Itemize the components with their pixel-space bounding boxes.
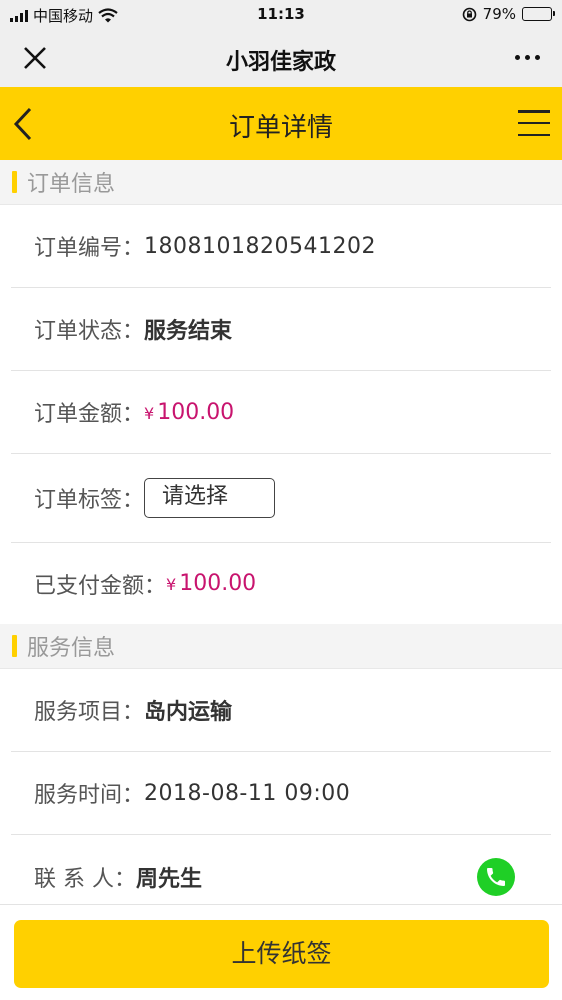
service-info-header: 服务信息 <box>0 624 562 669</box>
row-label: 服务时间： <box>34 783 145 808</box>
paid-amount-row: 已支付金额： ¥100.00 <box>11 543 551 624</box>
service-item-row: 服务项目： 岛内运输 <box>11 669 551 752</box>
row-label: 服务项目： <box>34 700 145 725</box>
close-icon[interactable] <box>20 43 50 73</box>
service-time-value: 2018-08-11 09:00 <box>144 780 351 806</box>
order-number-value: 1808101820541202 <box>144 233 376 259</box>
battery-percent: 79% <box>482 5 516 23</box>
order-amount-row: 订单金额： ¥100.00 <box>11 371 551 454</box>
upload-paper-sign-button[interactable]: 上传纸签 <box>14 920 549 988</box>
bottom-action-bar: 上传纸签 <box>0 904 562 1000</box>
page-title: 订单详情 <box>228 113 333 143</box>
phone-icon[interactable] <box>477 858 515 896</box>
row-label: 联 系 人： <box>34 866 136 892</box>
chevron-left-icon[interactable] <box>8 105 38 143</box>
service-item-value: 岛内运输 <box>144 700 233 725</box>
currency-symbol: ¥ <box>144 403 155 423</box>
more-icon[interactable] <box>510 42 544 72</box>
rotation-lock-icon <box>462 7 476 21</box>
row-label: 订单编号： <box>34 236 145 261</box>
status-right: 79% <box>462 5 555 23</box>
phone-glyph <box>487 868 505 886</box>
section-marker <box>12 171 17 193</box>
row-label: 订单状态： <box>34 319 145 344</box>
order-status-value: 服务结束 <box>144 319 233 344</box>
section-title: 订单信息 <box>27 172 116 197</box>
app-header: 订单详情 <box>0 87 562 160</box>
order-tag-row: 订单标签： 请选择 <box>11 454 551 543</box>
order-amount-value: ¥100.00 <box>144 400 234 425</box>
content: 订单信息 订单编号： 1808101820541202 订单状态： 服务结束 订… <box>0 160 562 918</box>
wechat-title-bar: 小羽佳家政 <box>0 30 562 87</box>
hamburger-menu-icon[interactable] <box>518 110 550 136</box>
tag-select-button[interactable]: 请选择 <box>144 478 276 518</box>
order-info-list: 订单编号： 1808101820541202 订单状态： 服务结束 订单金额： … <box>0 205 562 624</box>
section-title: 服务信息 <box>27 636 116 661</box>
amount-number: 100.00 <box>179 571 257 596</box>
battery-icon <box>522 7 555 21</box>
order-status-row: 订单状态： 服务结束 <box>11 288 551 371</box>
row-label: 订单金额： <box>34 402 145 427</box>
amount-number: 100.00 <box>157 399 235 425</box>
service-time-row: 服务时间： 2018-08-11 09:00 <box>11 752 551 835</box>
order-info-header: 订单信息 <box>0 160 562 205</box>
service-info-list: 服务项目： 岛内运输 服务时间： 2018-08-11 09:00 联 系 人：… <box>0 669 562 918</box>
wechat-title: 小羽佳家政 <box>225 50 336 75</box>
status-bar: 中国移动 11:13 79% <box>0 0 562 30</box>
section-marker <box>12 635 17 657</box>
row-label: 订单标签： <box>34 488 145 513</box>
order-number-row: 订单编号： 1808101820541202 <box>11 205 551 288</box>
paid-amount-value: ¥100.00 <box>166 571 256 596</box>
contact-name-value: 周先生 <box>136 866 203 892</box>
row-label: 已支付金额： <box>34 573 167 599</box>
currency-symbol: ¥ <box>166 575 177 594</box>
